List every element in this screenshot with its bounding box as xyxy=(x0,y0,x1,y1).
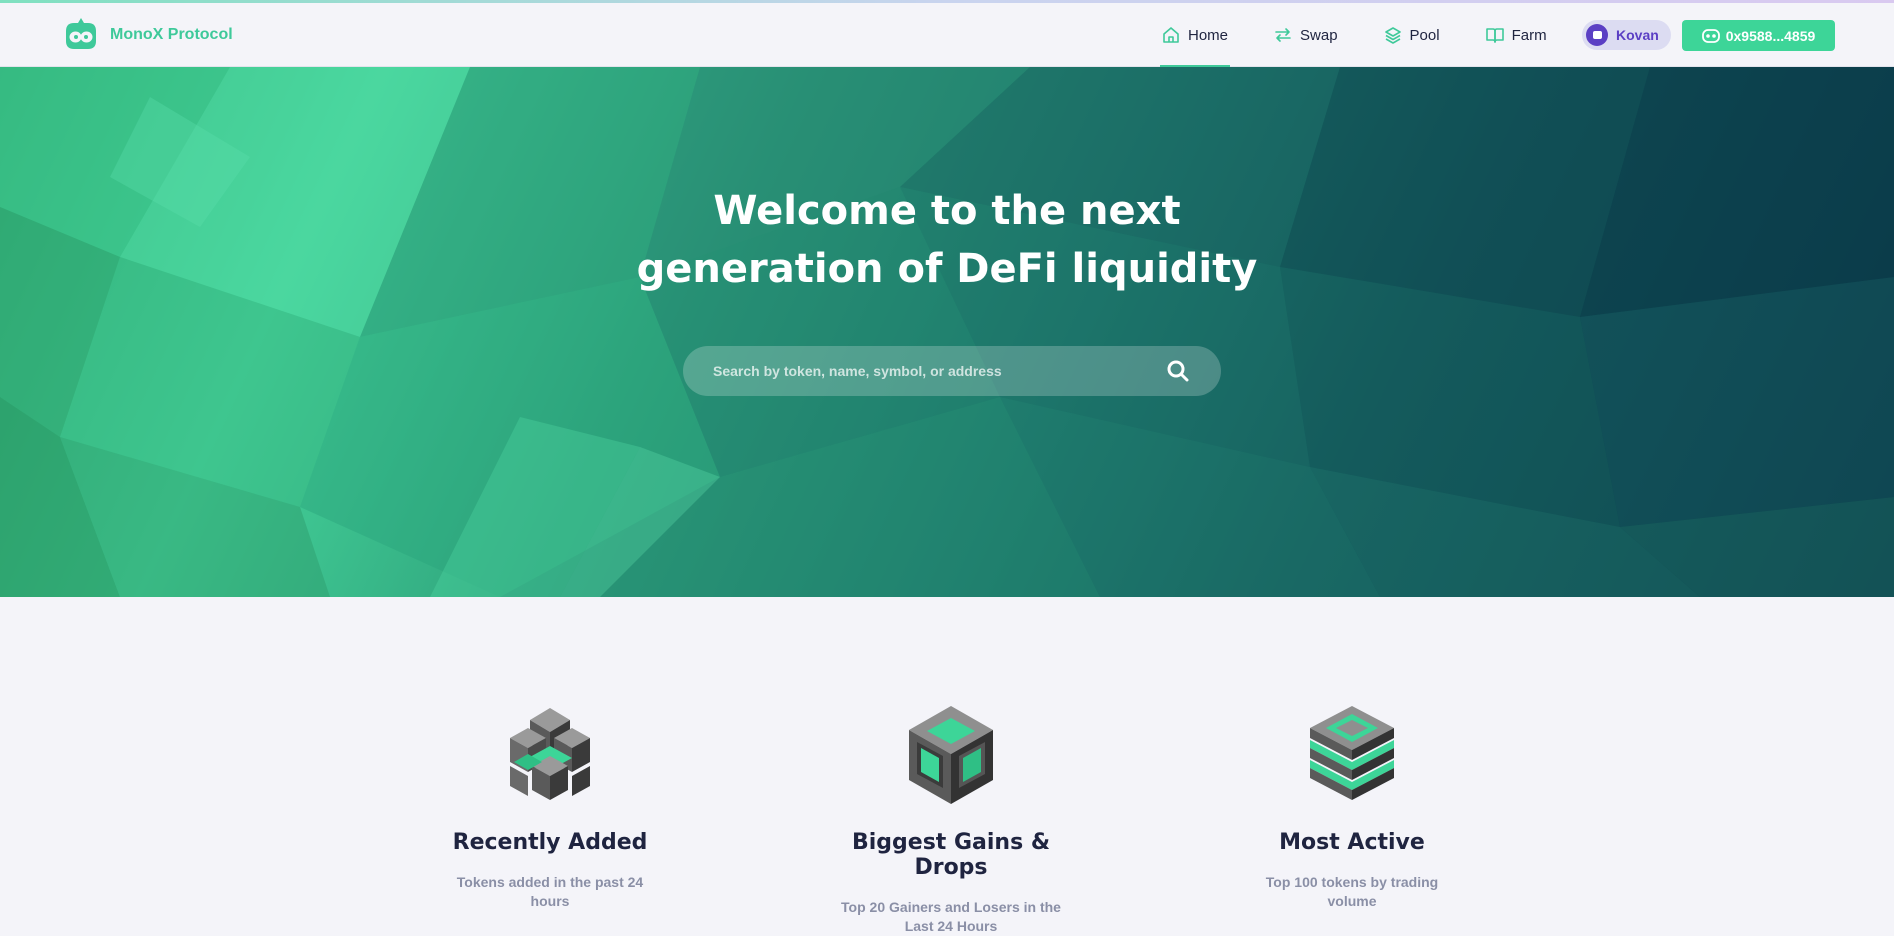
hero-title: Welcome to the next generation of DeFi l… xyxy=(0,182,1894,298)
hero-banner: Welcome to the next generation of DeFi l… xyxy=(0,67,1894,597)
search-button[interactable] xyxy=(1165,358,1191,384)
feature-description: Top 100 tokens by trading volume xyxy=(1265,874,1439,909)
cubes-cluster-icon xyxy=(510,708,590,800)
book-icon xyxy=(1485,28,1504,43)
hero-title-line1: Welcome to the next xyxy=(713,188,1181,234)
swap-arrows-icon xyxy=(1275,28,1291,42)
top-navbar: MonoX Protocol Home Swap Pool Farm Kovan… xyxy=(0,3,1894,67)
home-icon xyxy=(1163,27,1179,43)
nav-label-home: Home xyxy=(1188,26,1229,44)
network-label: Kovan xyxy=(1616,27,1659,43)
search-icon xyxy=(1167,360,1189,382)
hollow-cube-icon xyxy=(909,706,993,804)
feature-title: Most Active xyxy=(1279,830,1425,855)
nav-item-swap[interactable]: Swap xyxy=(1262,3,1350,67)
wallet-address: 0x9588...4859 xyxy=(1725,27,1816,44)
feature-biggest-gains-drops[interactable]: Biggest Gains & Drops Top 20 Gainers and… xyxy=(821,700,1081,936)
network-icon xyxy=(1586,24,1608,46)
feature-description: Top 20 Gainers and Losers in the Last 24… xyxy=(841,899,1061,934)
search-bar xyxy=(683,346,1221,396)
polygon-background xyxy=(0,67,1894,597)
nav-item-home[interactable]: Home xyxy=(1150,3,1240,67)
nav-label-swap: Swap xyxy=(1300,26,1338,44)
search-input[interactable] xyxy=(713,363,1165,379)
feature-title: Recently Added xyxy=(452,830,648,855)
wallet-avatar-icon xyxy=(1701,28,1720,43)
nav-label-farm: Farm xyxy=(1511,26,1547,44)
layers-icon xyxy=(1384,27,1401,44)
feature-description: Tokens added in the past 24 hours xyxy=(456,874,644,909)
network-selector[interactable]: Kovan xyxy=(1582,20,1671,50)
feature-cards: Recently Added Tokens added in the past … xyxy=(0,700,1894,934)
brand-name: MonoX Protocol xyxy=(110,26,233,43)
feature-most-active[interactable]: Most Active Top 100 tokens by trading vo… xyxy=(1222,700,1482,911)
brand-logo[interactable]: MonoX Protocol xyxy=(60,17,233,53)
main-nav: Home Swap Pool Farm xyxy=(1150,3,1581,67)
wallet-button[interactable]: 0x9588...4859 xyxy=(1682,20,1835,51)
feature-recently-added[interactable]: Recently Added Tokens added in the past … xyxy=(420,700,680,911)
nav-item-farm[interactable]: Farm xyxy=(1474,3,1559,67)
hero-title-line2: generation of DeFi liquidity xyxy=(636,246,1258,292)
feature-title: Biggest Gains & Drops xyxy=(851,830,1051,880)
nav-label-pool: Pool xyxy=(1409,26,1440,44)
stacked-layers-icon xyxy=(1310,706,1394,800)
monox-logo-icon xyxy=(66,18,96,49)
nav-item-pool[interactable]: Pool xyxy=(1372,3,1452,67)
